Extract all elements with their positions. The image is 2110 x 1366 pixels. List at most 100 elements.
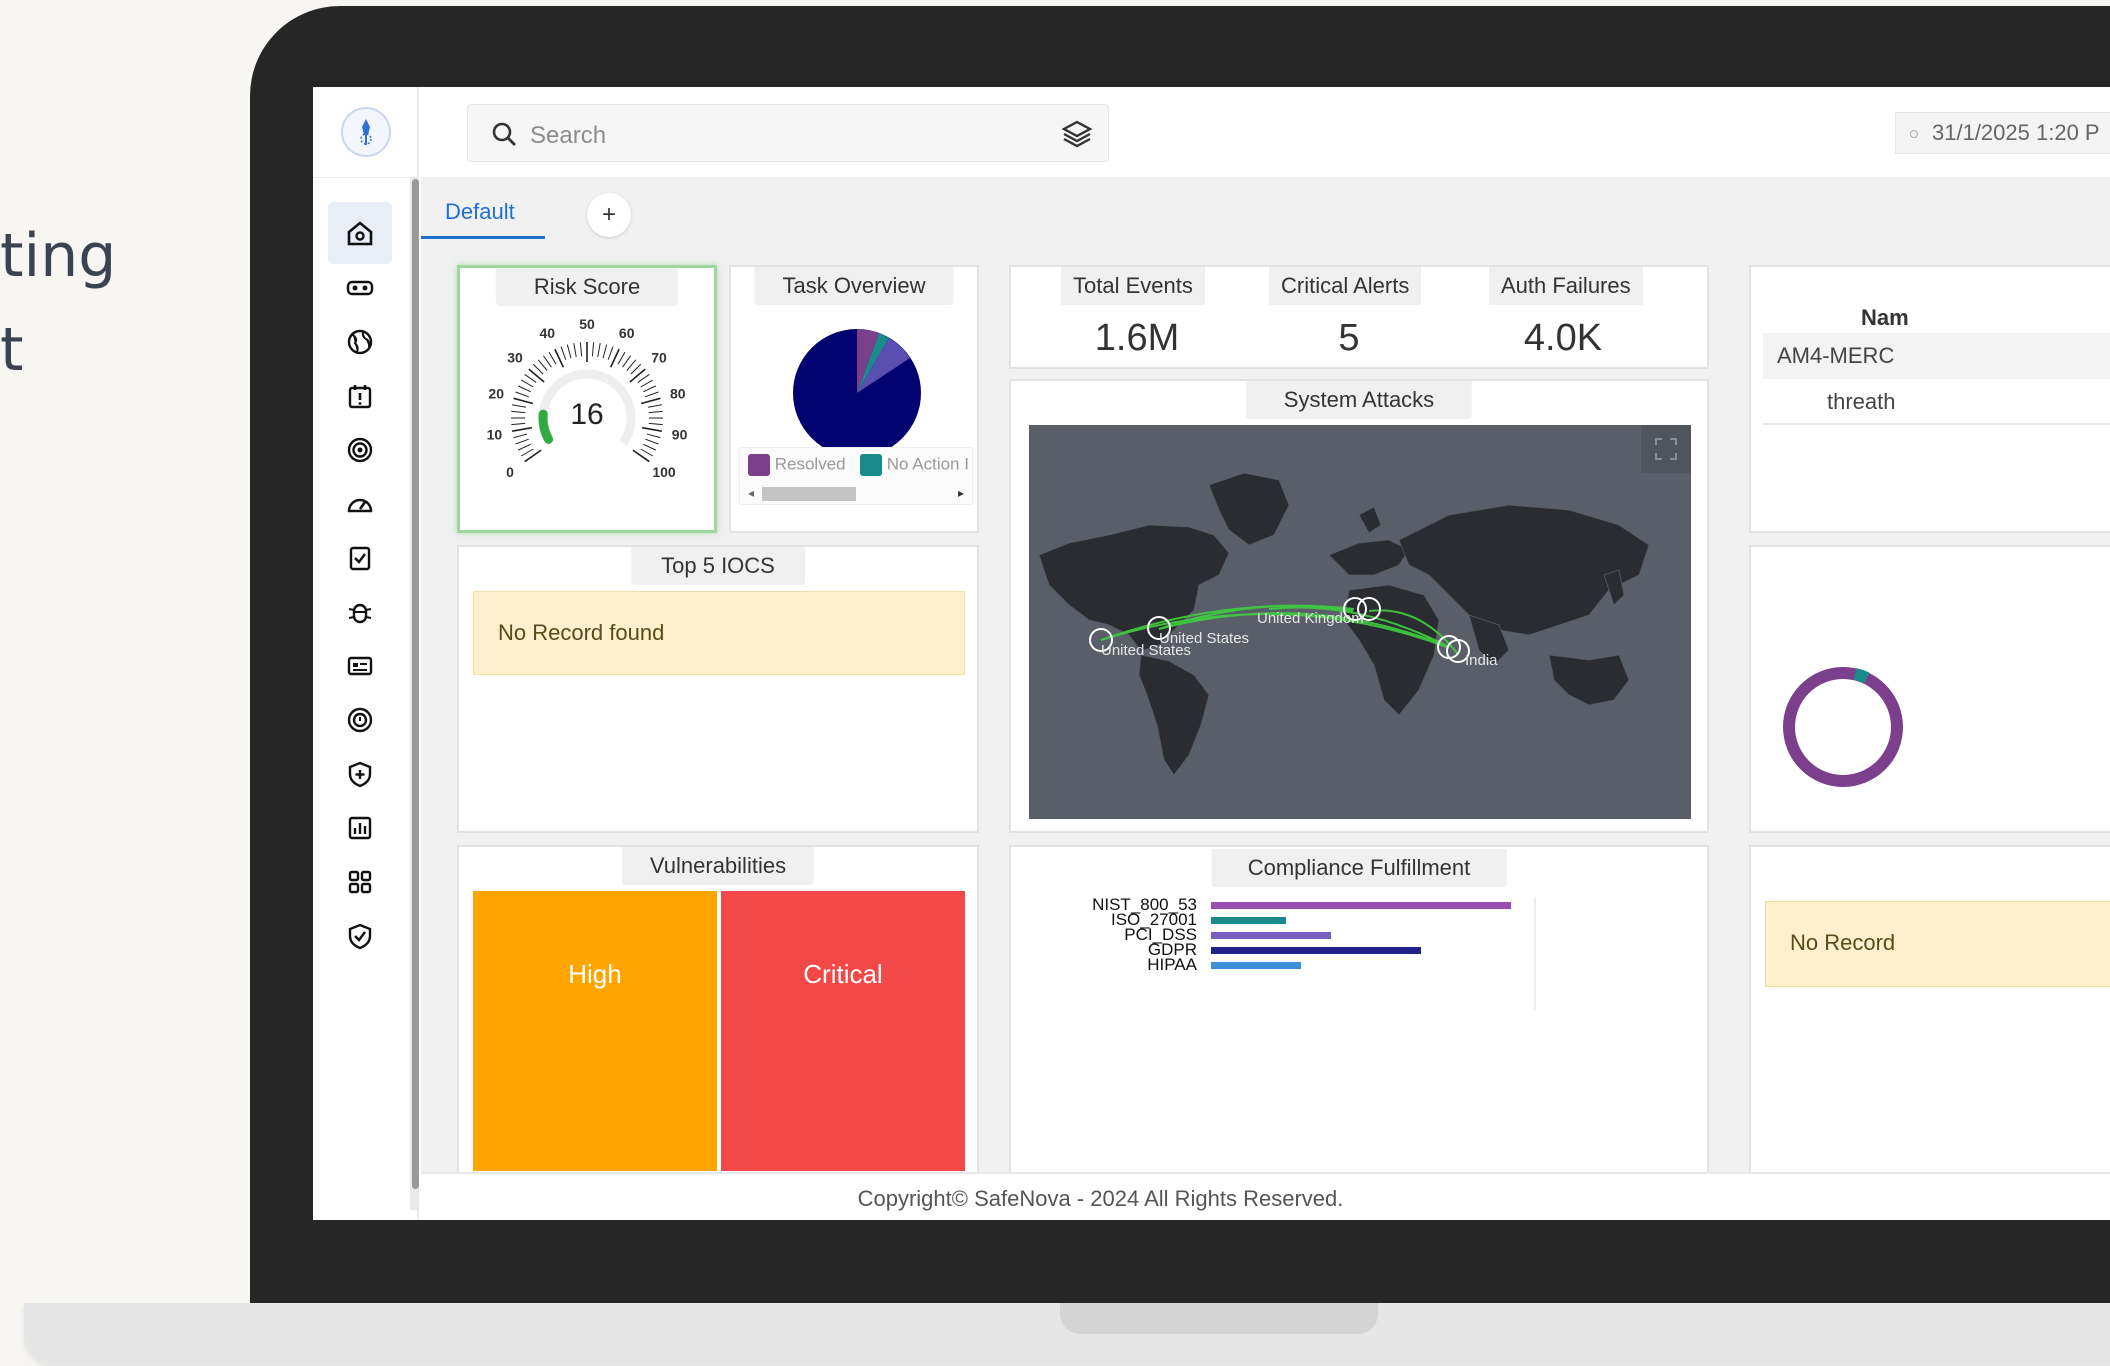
asset-table-card: Nam AM4-MERC threath <box>1749 265 2110 533</box>
gauge-tick <box>640 379 654 388</box>
sidebar-item-home[interactable] <box>328 202 392 264</box>
gauge-tick <box>640 448 654 457</box>
app-logo[interactable] <box>341 107 391 157</box>
risk-score-title: Risk Score <box>495 268 679 306</box>
sidebar-item-tasks[interactable] <box>328 527 392 589</box>
top-iocs-card: Top 5 IOCS No Record found <box>457 545 979 833</box>
right-empty-message: No Record <box>1765 901 2110 987</box>
gauge-tick <box>629 368 646 383</box>
gauge-tick-label: 10 <box>487 426 503 442</box>
layers-icon[interactable] <box>1060 117 1094 151</box>
gauge-tick <box>642 426 662 432</box>
shield-plus-icon <box>348 761 372 788</box>
compliance-bar[interactable] <box>1211 902 1511 909</box>
vr-goggles-icon <box>346 280 374 296</box>
vuln-block-high[interactable]: High <box>473 891 717 1171</box>
gauge-tick <box>554 348 565 368</box>
legend-resolved[interactable]: Resolved <box>748 454 846 476</box>
legend-swatch-resolved <box>748 454 770 476</box>
datetime-dot <box>1910 130 1918 138</box>
search-input[interactable]: Search <box>530 122 606 150</box>
gauge-tick <box>632 449 650 463</box>
map-label-india: India <box>1465 652 1498 669</box>
gauge-tick <box>520 448 534 457</box>
clock-badge-icon <box>347 707 373 733</box>
risk-score-value: 16 <box>570 398 603 431</box>
sidebar-item-history[interactable] <box>328 689 392 751</box>
gauge-tick <box>640 397 661 405</box>
legend-no-action[interactable]: No Action I <box>860 454 969 476</box>
legend-scroll-thumb[interactable] <box>762 487 856 501</box>
gauge-tick-label: 40 <box>539 325 555 341</box>
gauge-tick <box>645 391 659 398</box>
compliance-bar[interactable] <box>1211 917 1286 924</box>
total-events-label: Total Events <box>1061 267 1205 305</box>
add-tab-button[interactable]: + <box>587 193 631 237</box>
target-icon <box>347 437 373 463</box>
sidebar-divider <box>313 177 419 178</box>
laptop-notch <box>1060 1303 1378 1334</box>
risk-gauge: 0 10 20 30 40 50 60 70 80 90 100 16 <box>487 316 688 480</box>
sidebar-item-identity[interactable] <box>328 635 392 697</box>
gauge-tick <box>622 355 632 368</box>
fullscreen-icon <box>1655 438 1677 460</box>
gauge-tick <box>609 348 620 368</box>
sidebar-item-reports[interactable] <box>328 797 392 859</box>
gauge-tick <box>579 342 583 357</box>
gauge-tick <box>532 363 544 375</box>
gauge-tick <box>597 343 601 358</box>
table-cell: threath <box>1827 389 1896 414</box>
compliance-bar[interactable] <box>1211 962 1301 969</box>
sidebar-item-calendar[interactable] <box>328 365 392 427</box>
system-attacks-card: System Attacks United Kingdom United Sta… <box>1009 379 1709 833</box>
shield-check-icon <box>348 923 372 950</box>
gauge-tick <box>617 351 626 365</box>
sidebar-item-vr[interactable] <box>328 257 392 319</box>
gauge-tick-label: 60 <box>619 325 635 341</box>
gauge-tick <box>566 344 572 359</box>
gauge-tick <box>648 410 663 414</box>
search-box[interactable]: Search <box>467 104 1109 162</box>
sidebar-item-protection[interactable] <box>328 743 392 805</box>
compliance-bar[interactable] <box>1211 947 1421 954</box>
gauge-tick-label: 90 <box>672 426 688 442</box>
bug-icon <box>348 603 372 624</box>
compliance-bar[interactable] <box>1211 932 1331 939</box>
donut-ring <box>1783 667 1903 787</box>
right-bottom-card: No Record <box>1749 845 2110 1175</box>
sidebar-scrollbar-thumb[interactable] <box>412 179 419 1189</box>
globe-icon <box>347 329 373 355</box>
stats-card: Total Events 1.6M Critical Alerts 5 Auth… <box>1009 265 1709 369</box>
fullscreen-button[interactable] <box>1641 425 1691 473</box>
table-row[interactable]: AM4-MERC <box>1763 333 2110 379</box>
sidebar-item-gauge[interactable] <box>328 473 392 535</box>
sidebar-item-globe[interactable] <box>328 311 392 373</box>
legend-scrollbar[interactable]: ◂ ▸ <box>746 486 966 502</box>
datetime-display[interactable]: 31/1/2025 1:20 P <box>1895 112 2110 154</box>
table-row[interactable]: threath <box>1763 379 2110 425</box>
calendar-alert-icon <box>348 385 372 409</box>
gauge-tick <box>513 433 528 439</box>
vuln-critical-label: Critical <box>803 959 883 989</box>
sidebar-item-target[interactable] <box>328 419 392 481</box>
id-card-icon <box>347 656 373 676</box>
grid-apps-icon <box>348 870 372 894</box>
gauge-tick <box>642 385 657 393</box>
gauge-tick <box>537 359 548 371</box>
sidebar-item-apps[interactable] <box>328 851 392 913</box>
gauge-tick <box>513 397 534 405</box>
gauge-tick <box>512 404 527 408</box>
gauge-tick <box>528 368 545 383</box>
critical-alerts-value: 5 <box>1338 317 1360 359</box>
legend-no-action-label: No Action I <box>886 454 969 474</box>
sidebar-item-bugs[interactable] <box>328 581 392 643</box>
scroll-left-arrow-icon[interactable]: ◂ <box>748 486 754 500</box>
scroll-right-arrow-icon[interactable]: ▸ <box>958 486 964 500</box>
vuln-block-critical[interactable]: Critical <box>721 891 965 1171</box>
sidebar-item-compliance[interactable] <box>328 905 392 967</box>
attack-map[interactable]: United Kingdom United States United Stat… <box>1029 425 1691 819</box>
background-heading-line2: t <box>0 315 24 385</box>
compliance-title: Compliance Fulfillment <box>1211 849 1507 887</box>
tab-default[interactable]: Default <box>421 177 545 239</box>
vuln-high-label: High <box>568 959 622 989</box>
